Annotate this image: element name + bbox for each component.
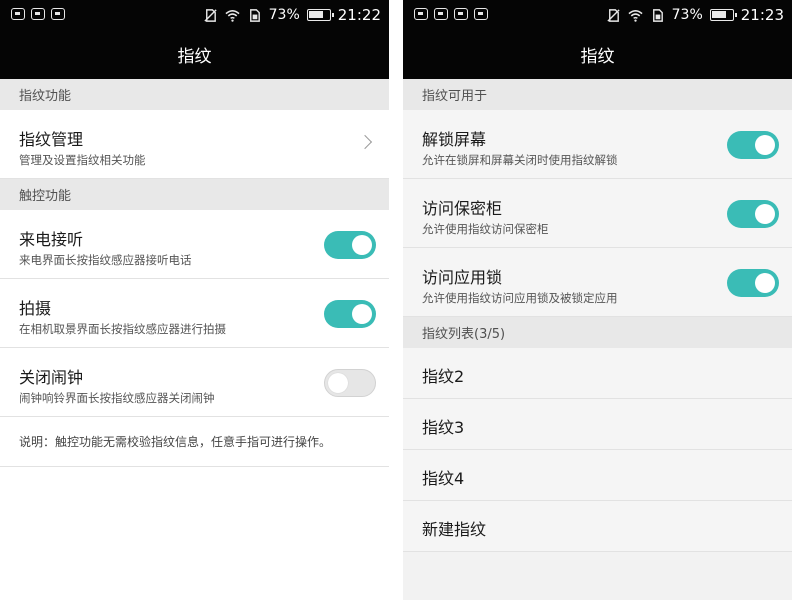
section-fingerprint-function: 指纹功能 (0, 79, 389, 110)
right-screen: 73% 21:23 指纹 指纹可用于 解锁屏幕 允许在锁屏和屏幕关闭时使用指纹解… (403, 0, 792, 600)
section-fingerprint-list: 指纹列表(3/5) (403, 317, 792, 348)
status-bar: 73% 21:23 (403, 0, 792, 30)
setting-take-photo[interactable]: 拍摄 在相机取景界面长按指纹感应器进行拍摄 (0, 279, 389, 348)
notification-icon (474, 8, 488, 20)
unlock-screen-toggle[interactable] (727, 131, 779, 159)
status-time: 21:23 (740, 6, 784, 24)
take-photo-toggle[interactable] (324, 300, 376, 328)
access-app-lock-toggle[interactable] (727, 269, 779, 297)
status-bar: 73% 21:22 (0, 0, 389, 30)
sim-card-icon (652, 8, 663, 22)
notification-icon (434, 8, 448, 20)
battery-icon (306, 9, 334, 21)
fingerprint-item[interactable]: 指纹4 (403, 450, 792, 501)
section-usable-for: 指纹可用于 (403, 79, 792, 110)
answer-call-toggle[interactable] (324, 231, 376, 259)
keyboard-icon (454, 8, 468, 20)
item-title: 拍摄 (19, 299, 52, 318)
item-title: 指纹3 (422, 418, 465, 437)
item-subtitle: 允许在锁屏和屏幕关闭时使用指纹解锁 (422, 153, 618, 167)
battery-percent: 73% (671, 7, 703, 23)
notification-icon (11, 8, 25, 20)
item-title: 指纹4 (422, 469, 465, 488)
battery-percent: 73% (268, 7, 300, 23)
setting-answer-call[interactable]: 来电接听 来电界面长按指纹感应器接听电话 (0, 210, 389, 279)
item-title: 指纹2 (422, 367, 465, 386)
setting-access-safe[interactable]: 访问保密柜 允许使用指纹访问保密柜 (403, 179, 792, 248)
no-sim-icon (204, 8, 217, 22)
image-icon (414, 8, 428, 20)
item-title: 解锁屏幕 (422, 130, 487, 149)
no-sim-icon (607, 8, 620, 22)
item-subtitle: 来电界面长按指纹感应器接听电话 (19, 253, 192, 267)
fingerprint-item[interactable]: 指纹3 (403, 399, 792, 450)
item-subtitle: 管理及设置指纹相关功能 (19, 153, 146, 167)
setting-unlock-screen[interactable]: 解锁屏幕 允许在锁屏和屏幕关闭时使用指纹解锁 (403, 110, 792, 179)
item-subtitle: 在相机取景界面长按指纹感应器进行拍摄 (19, 322, 226, 336)
wifi-icon (225, 9, 240, 22)
page-title: 指纹 (0, 30, 389, 79)
stop-alarm-toggle[interactable] (324, 369, 376, 397)
status-time: 21:22 (337, 6, 381, 24)
setting-access-app-lock[interactable]: 访问应用锁 允许使用指纹访问应用锁及被锁定应用 (403, 248, 792, 317)
item-subtitle: 允许使用指纹访问应用锁及被锁定应用 (422, 291, 618, 305)
page-title: 指纹 (403, 30, 792, 79)
touch-function-note: 说明：触控功能无需校验指纹信息，任意手指可进行操作。 (0, 417, 389, 467)
section-touch-function: 触控功能 (0, 179, 389, 210)
fingerprint-management-item[interactable]: 指纹管理 管理及设置指纹相关功能 (0, 110, 389, 179)
keyboard-icon (31, 8, 45, 20)
access-safe-toggle[interactable] (727, 200, 779, 228)
new-fingerprint-item[interactable]: 新建指纹 (403, 501, 792, 552)
item-title: 访问应用锁 (422, 268, 503, 287)
setting-stop-alarm[interactable]: 关闭闹钟 闹钟响铃界面长按指纹感应器关闭闹钟 (0, 348, 389, 417)
item-subtitle: 允许使用指纹访问保密柜 (422, 222, 549, 236)
item-title: 访问保密柜 (422, 199, 503, 218)
wifi-icon (628, 9, 643, 22)
sim-card-icon (249, 8, 260, 22)
item-title: 来电接听 (19, 230, 84, 249)
fingerprint-item[interactable]: 指纹2 (403, 348, 792, 399)
battery-icon (709, 9, 737, 21)
item-title: 指纹管理 (19, 130, 84, 149)
item-subtitle: 闹钟响铃界面长按指纹感应器关闭闹钟 (19, 391, 215, 405)
notification-icon (51, 8, 65, 20)
left-screen: 73% 21:22 指纹 指纹功能 指纹管理 管理及设置指纹相关功能 触控功能 … (0, 0, 389, 600)
chevron-right-icon (357, 134, 373, 150)
item-title: 新建指纹 (422, 520, 487, 539)
item-title: 关闭闹钟 (19, 368, 84, 387)
